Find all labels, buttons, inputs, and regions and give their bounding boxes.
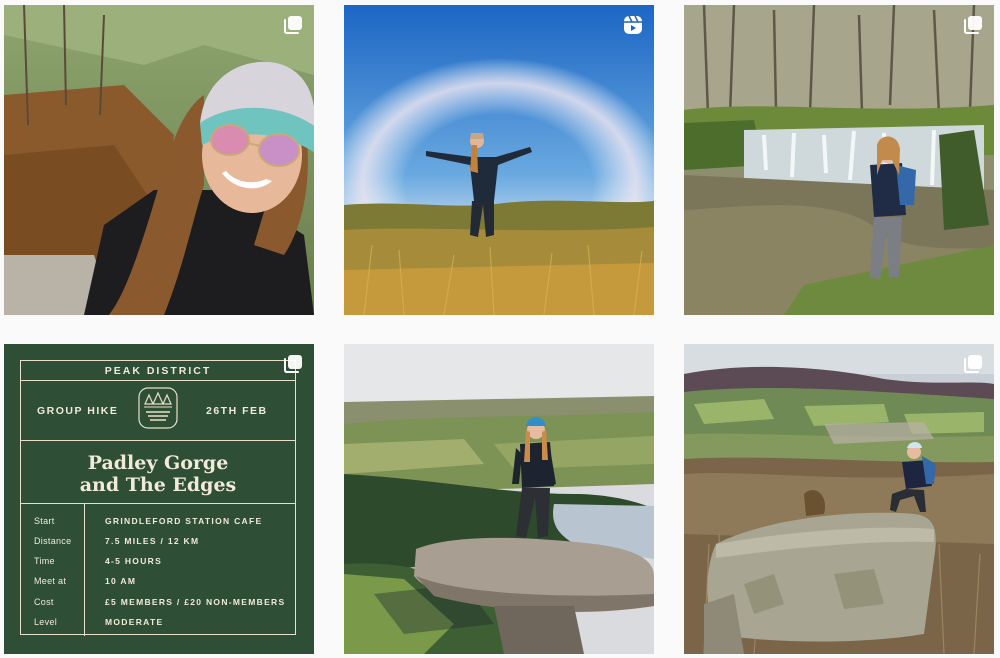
row-value-cost: £5 MEMBERS / £20 NON-MEMBERS xyxy=(105,597,286,607)
row-label-time: Time xyxy=(34,556,55,566)
row-value-meet: 10 AM xyxy=(105,576,137,586)
rock-edge-photo xyxy=(344,344,654,654)
row-label-start: Start xyxy=(34,516,55,526)
poster-date: 26TH FEB xyxy=(206,405,268,417)
row-value-start: GRINDLEFORD STATION CAFE xyxy=(105,516,263,526)
reel-icon xyxy=(624,15,642,34)
poster-event: GROUP HIKE xyxy=(37,405,119,417)
poster-frame: PEAK DISTRICT GROUP HIKE 26TH FEB Padley… xyxy=(20,360,296,636)
post-tile-5[interactable] xyxy=(344,344,654,654)
poster-title-line2: and The Edges xyxy=(79,474,237,496)
row-label-distance: Distance xyxy=(34,536,72,546)
post-tile-3[interactable] xyxy=(684,5,994,315)
divider xyxy=(21,440,295,441)
post-tile-1[interactable] xyxy=(4,5,314,315)
carousel-icon xyxy=(284,16,302,34)
valley-view-photo xyxy=(684,344,994,654)
adventure-club-logo xyxy=(138,387,178,429)
event-poster: PEAK DISTRICT GROUP HIKE 26TH FEB Padley… xyxy=(4,344,314,654)
post-tile-4[interactable]: PEAK DISTRICT GROUP HIKE 26TH FEB Padley… xyxy=(4,344,314,654)
carousel-icon xyxy=(964,355,982,373)
row-label-level: Level xyxy=(34,617,58,627)
moorland-rainbow-photo xyxy=(344,5,654,315)
carousel-icon xyxy=(284,355,302,373)
selfie-photo xyxy=(4,5,314,315)
divider xyxy=(21,503,295,504)
row-label-meet: Meet at xyxy=(34,576,67,586)
row-label-cost: Cost xyxy=(34,597,54,607)
post-tile-2[interactable] xyxy=(344,5,654,315)
post-tile-6[interactable] xyxy=(684,344,994,654)
divider xyxy=(21,380,295,381)
waterfall-photo xyxy=(684,5,994,315)
poster-region: PEAK DISTRICT xyxy=(104,365,212,377)
row-value-level: MODERATE xyxy=(105,617,164,627)
poster-title-line1: Padley Gorge xyxy=(87,452,229,474)
row-value-time: 4-5 HOURS xyxy=(105,556,163,566)
carousel-icon xyxy=(964,16,982,34)
table-divider xyxy=(84,503,85,636)
row-value-distance: 7.5 MILES / 12 KM xyxy=(105,536,200,546)
